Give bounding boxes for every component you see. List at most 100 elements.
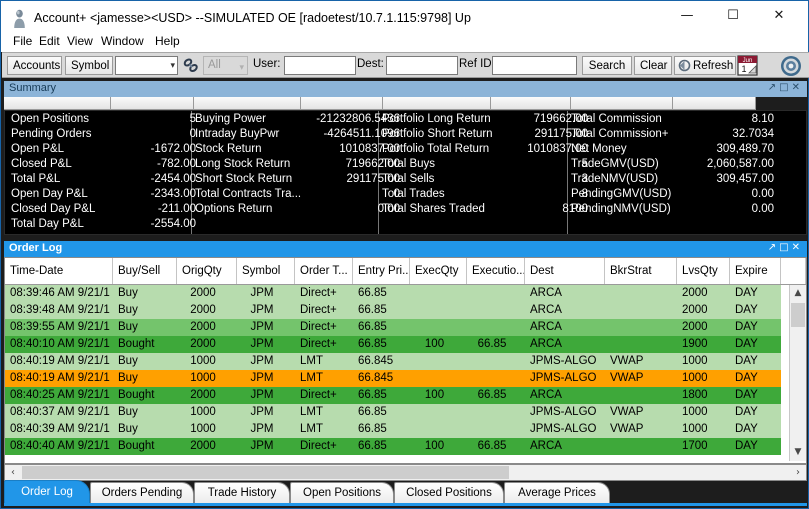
table-row[interactable]: 08:39:46 AM 9/21/16 Buy 2000 JPM Direct+ 66.8… xyxy=(5,285,781,302)
column-header-dest[interactable]: Dest xyxy=(525,258,605,284)
summary-column-header-0[interactable] xyxy=(4,97,111,110)
scroll-right-icon[interactable]: › xyxy=(790,465,806,480)
close-button[interactable]: ✕ xyxy=(756,1,802,31)
cell-bkr-strat xyxy=(605,319,674,336)
refid-input[interactable] xyxy=(492,56,577,75)
summary-value: 5 xyxy=(189,113,196,125)
column-header-expire[interactable]: Expire xyxy=(730,258,781,284)
menu-item-help[interactable]: Help xyxy=(151,33,184,50)
column-header-buy-sell[interactable]: Buy/Sell xyxy=(113,258,177,284)
tab-closed-positions[interactable]: Closed Positions xyxy=(394,482,504,503)
cell-execution: 66.85 xyxy=(477,338,507,350)
restore-panel-icon[interactable]: ↗ xyxy=(768,82,779,93)
all-filter-combo[interactable]: All ▾ xyxy=(203,56,248,75)
cell-buy-sell: Buy xyxy=(118,406,138,418)
scroll-left-icon[interactable]: ‹ xyxy=(5,465,21,480)
tab-average-prices[interactable]: Average Prices xyxy=(504,482,610,503)
cell-bkr-strat xyxy=(605,387,674,404)
maximize-panel-icon[interactable]: □ xyxy=(779,82,791,93)
table-row[interactable]: 08:39:55 AM 9/21/16 Buy 2000 JPM Direct+ 66.8… xyxy=(5,319,781,336)
menu-item-window[interactable]: Window xyxy=(97,33,148,50)
minimize-button[interactable]: — xyxy=(664,1,710,31)
scroll-down-icon[interactable]: ▼ xyxy=(790,444,806,461)
vertical-scroll-thumb[interactable] xyxy=(791,303,805,327)
summary-panel-header: Summary ↗□✕ xyxy=(4,81,807,97)
cell-execution: 66.85 xyxy=(477,389,507,401)
menu-item-edit[interactable]: Edit xyxy=(35,33,64,50)
dest-input[interactable] xyxy=(386,56,458,75)
cell-dest: ARCA xyxy=(530,287,562,299)
summary-column-header-5[interactable] xyxy=(491,97,571,110)
gear-icon[interactable] xyxy=(780,55,802,80)
column-header-symbol[interactable]: Symbol xyxy=(237,258,295,284)
summary-panel-buttons[interactable]: ↗□✕ xyxy=(768,82,803,93)
summary-label: Total P&L xyxy=(11,173,61,185)
tab-strip: Order Log Orders Pending Trade History Open… xyxy=(4,480,807,507)
summary-column-header-7[interactable] xyxy=(673,97,756,110)
summary-value: 309,489.70 xyxy=(716,143,774,155)
cell-exec-qty xyxy=(410,370,459,387)
summary-label: Total Commission xyxy=(571,113,662,125)
horizontal-scroll-thumb[interactable] xyxy=(22,466,509,479)
tab-orders-pending[interactable]: Orders Pending xyxy=(90,482,194,503)
refresh-button[interactable]: Refresh xyxy=(674,56,736,75)
vertical-scrollbar[interactable]: ▲ ▼ xyxy=(789,285,806,461)
cell-orig-qty: 2000 xyxy=(190,338,216,350)
column-header-order-type[interactable]: Order T... xyxy=(295,258,353,284)
chain-link-icon[interactable] xyxy=(181,56,201,78)
column-header-entry-price[interactable]: Entry Pri... xyxy=(353,258,410,284)
cell-order-type: Direct+ xyxy=(300,321,337,333)
symbol-combo[interactable]: ▾ xyxy=(115,56,178,75)
tab-order-log[interactable]: Order Log xyxy=(4,480,90,503)
summary-column-header-1[interactable] xyxy=(111,97,194,110)
symbol-button[interactable]: Symbol xyxy=(65,56,113,75)
summary-value: 8.10 xyxy=(751,113,774,125)
summary-column-header-4[interactable] xyxy=(383,97,491,110)
table-row[interactable]: 08:40:40 AM 9/21/16 Bought 2000 JPM Direct+ 6… xyxy=(5,438,781,455)
column-header-bkr-strat[interactable]: BkrStrat xyxy=(605,258,677,284)
summary-column-header-6[interactable] xyxy=(571,97,673,110)
close-panel-icon[interactable]: ✕ xyxy=(792,82,803,93)
tab-open-positions[interactable]: Open Positions xyxy=(290,482,394,503)
search-button[interactable]: Search xyxy=(582,56,632,75)
order-log-panel-buttons[interactable]: ↗□✕ xyxy=(768,242,803,253)
column-header-orig-qty[interactable]: OrigQty xyxy=(177,258,237,284)
column-header-exec-qty[interactable]: ExecQty xyxy=(410,258,467,284)
menu-item-file[interactable]: File xyxy=(9,33,36,50)
cell-lvs-qty: 1800 xyxy=(682,389,708,401)
close-panel-icon[interactable]: ✕ xyxy=(792,242,803,253)
user-input[interactable] xyxy=(284,56,356,75)
maximize-panel-icon[interactable]: □ xyxy=(779,242,791,253)
table-row[interactable]: 08:40:37 AM 9/21/16 Buy 1000 JPM LMT 66.85 JPM… xyxy=(5,404,781,421)
table-row[interactable]: 08:40:10 AM 9/21/16 Bought 2000 JPM Direct+ 6… xyxy=(5,336,781,353)
column-header-filler xyxy=(781,258,806,284)
menu-item-view[interactable]: View xyxy=(63,33,97,50)
maximize-button[interactable]: ☐ xyxy=(710,1,756,31)
summary-column-header-2[interactable] xyxy=(194,97,301,110)
table-row[interactable]: 08:40:39 AM 9/21/16 Buy 1000 JPM LMT 66.85 JPM… xyxy=(5,421,781,438)
column-header-lvs-qty[interactable]: LvsQty xyxy=(677,258,730,284)
dest-label: Dest: xyxy=(357,58,384,70)
cell-expire: DAY xyxy=(735,372,758,384)
cell-entry-price: 66.85 xyxy=(358,338,387,350)
calendar-icon[interactable]: Jun 1 xyxy=(737,55,758,79)
clear-button[interactable]: Clear xyxy=(634,56,672,75)
cell-order-type: Direct+ xyxy=(300,440,337,452)
cell-dest: JPMS-ALGO xyxy=(530,355,597,367)
horizontal-scrollbar[interactable]: ‹ › xyxy=(4,464,807,481)
svg-text:1: 1 xyxy=(741,64,746,74)
summary-column-header-3[interactable] xyxy=(301,97,383,110)
summary-column-headers xyxy=(4,97,807,110)
table-row[interactable]: 08:40:19 AM 9/21/16 Buy 1000 JPM LMT 66.845 JP… xyxy=(5,370,781,387)
table-row[interactable]: 08:40:19 AM 9/21/16 Buy 1000 JPM LMT 66.845 JP… xyxy=(5,353,781,370)
table-row[interactable]: 08:40:25 AM 9/21/16 Bought 2000 JPM Direct+ 6… xyxy=(5,387,781,404)
column-header-time-date[interactable]: Time-Date xyxy=(5,258,113,284)
cell-orig-qty: 2000 xyxy=(190,304,216,316)
column-header-execution[interactable]: Executio... xyxy=(467,258,525,284)
scroll-up-icon[interactable]: ▲ xyxy=(790,285,806,302)
accounts-button[interactable]: Accounts xyxy=(7,56,62,75)
cell-symbol: JPM xyxy=(250,389,274,401)
tab-trade-history[interactable]: Trade History xyxy=(194,482,290,503)
table-row[interactable]: 08:39:48 AM 9/21/16 Buy 2000 JPM Direct+ 66.8… xyxy=(5,302,781,319)
restore-panel-icon[interactable]: ↗ xyxy=(768,242,779,253)
